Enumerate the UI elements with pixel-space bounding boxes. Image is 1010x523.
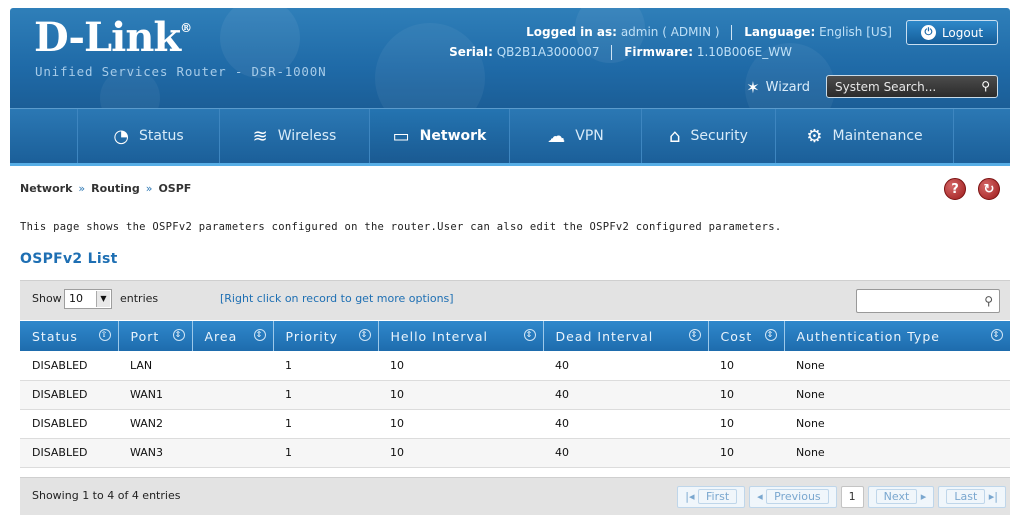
- col-authentication-type[interactable]: Authentication Type ⇕: [784, 321, 1010, 351]
- table-row[interactable]: DISABLED WAN2 1 10 40 10 None: [20, 409, 1010, 439]
- sort-icon: ⇕: [523, 329, 536, 341]
- header-banner: D-Link® Unified Services Router - DSR-10…: [10, 8, 1010, 108]
- first-page-button[interactable]: |◂ First: [677, 486, 746, 508]
- main-nav: ◔ Status ≋ Wireless ▭ Network ☁ VPN ⌂ Se…: [10, 108, 1010, 166]
- nav-network[interactable]: ▭ Network: [370, 109, 510, 163]
- ospf-table: Status ⇧ Port ⇕ Area ⇕ Priority ⇕ Hello Inte…: [20, 321, 1010, 468]
- monitor-icon: ▭: [392, 125, 410, 147]
- nav-security[interactable]: ⌂ Security: [642, 109, 776, 163]
- help-icon[interactable]: ?: [944, 178, 966, 200]
- last-page-button[interactable]: Last ▸|: [938, 486, 1006, 508]
- pagination: |◂ First ◂ Previous 1 Next ▸ Last ▸|: [677, 486, 1006, 508]
- system-search-input[interactable]: System Search... ⚲: [826, 75, 998, 98]
- table-footer: Showing 1 to 4 of 4 entries |◂ First ◂ P…: [20, 477, 1010, 515]
- current-page[interactable]: 1: [840, 486, 864, 508]
- dlink-logo: D-Link®: [34, 14, 192, 61]
- language-selector[interactable]: English [US]: [819, 25, 892, 39]
- col-hello-interval[interactable]: Hello Interval ⇕: [378, 321, 544, 351]
- right-click-hint: [Right click on record to get more optio…: [220, 292, 454, 305]
- wifi-icon: ≋: [252, 125, 268, 147]
- current-user: admin ( ADMIN ): [620, 25, 720, 39]
- refresh-icon[interactable]: ↻: [978, 178, 1000, 200]
- session-info: Logged in as: admin ( ADMIN ) Language: …: [526, 25, 892, 40]
- sort-icon: ⇕: [358, 329, 371, 341]
- sort-icon: ⇧: [98, 329, 111, 341]
- serial-number: QB2B1A3000007: [496, 45, 600, 59]
- table-row[interactable]: DISABLED WAN1 1 10 40 10 None: [20, 380, 1010, 410]
- col-priority[interactable]: Priority ⇕: [273, 321, 379, 351]
- table-toolbar: Show 10 ▼ entries [Right click on record…: [20, 280, 1010, 320]
- gears-icon: ⚙: [806, 125, 823, 147]
- lock-icon: ⌂: [669, 125, 681, 147]
- breadcrumb: Network» Routing» OSPF: [20, 182, 192, 195]
- sort-icon: ⇕: [172, 329, 185, 341]
- previous-page-button[interactable]: ◂ Previous: [749, 486, 837, 508]
- page-size-select[interactable]: 10 ▼: [64, 289, 112, 309]
- sort-icon: ⇕: [764, 329, 777, 341]
- search-icon: ⚲: [984, 294, 993, 308]
- product-name: Unified Services Router - DSR-1000N: [35, 64, 327, 79]
- logout-button[interactable]: ⏻ Logout: [906, 20, 998, 45]
- breadcrumb-network[interactable]: Network: [20, 182, 72, 195]
- table-row[interactable]: DISABLED WAN3 1 10 40 10 None: [20, 438, 1010, 468]
- sort-icon: ⇕: [688, 329, 701, 341]
- col-status[interactable]: Status ⇧: [20, 321, 119, 351]
- breadcrumb-routing[interactable]: Routing: [91, 182, 140, 195]
- breadcrumb-ospf: OSPF: [158, 182, 192, 195]
- wand-icon: ✶: [746, 78, 760, 97]
- page-description: This page shows the OSPFv2 parameters co…: [20, 221, 782, 233]
- sort-icon: ⇕: [990, 329, 1003, 341]
- table-search-input[interactable]: ⚲: [856, 289, 1000, 313]
- col-dead-interval[interactable]: Dead Interval ⇕: [543, 321, 709, 351]
- gauge-icon: ◔: [113, 125, 130, 147]
- nav-vpn[interactable]: ☁ VPN: [510, 109, 642, 163]
- power-icon: ⏻: [920, 25, 936, 40]
- nav-wireless[interactable]: ≋ Wireless: [220, 109, 370, 163]
- col-port[interactable]: Port ⇕: [118, 321, 193, 351]
- search-icon[interactable]: ⚲: [981, 79, 990, 93]
- chevron-down-icon: ▼: [96, 291, 110, 307]
- wizard-link[interactable]: ✶ Wizard: [746, 78, 810, 97]
- next-page-button[interactable]: Next ▸: [867, 486, 935, 508]
- cloud-lock-icon: ☁: [547, 125, 566, 147]
- list-title: OSPFv2 List: [20, 251, 118, 267]
- col-cost[interactable]: Cost ⇕: [708, 321, 785, 351]
- sort-icon: ⇕: [253, 329, 266, 341]
- nav-maintenance[interactable]: ⚙ Maintenance: [776, 109, 954, 163]
- col-area[interactable]: Area ⇕: [192, 321, 274, 351]
- nav-status[interactable]: ◔ Status: [78, 109, 220, 163]
- device-info: Serial: QB2B1A3000007 Firmware: 1.10B006…: [449, 45, 792, 60]
- entries-summary: Showing 1 to 4 of 4 entries: [32, 489, 181, 502]
- table-row[interactable]: DISABLED LAN 1 10 40 10 None: [20, 351, 1010, 381]
- firmware-version: 1.10B006E_WW: [696, 45, 792, 59]
